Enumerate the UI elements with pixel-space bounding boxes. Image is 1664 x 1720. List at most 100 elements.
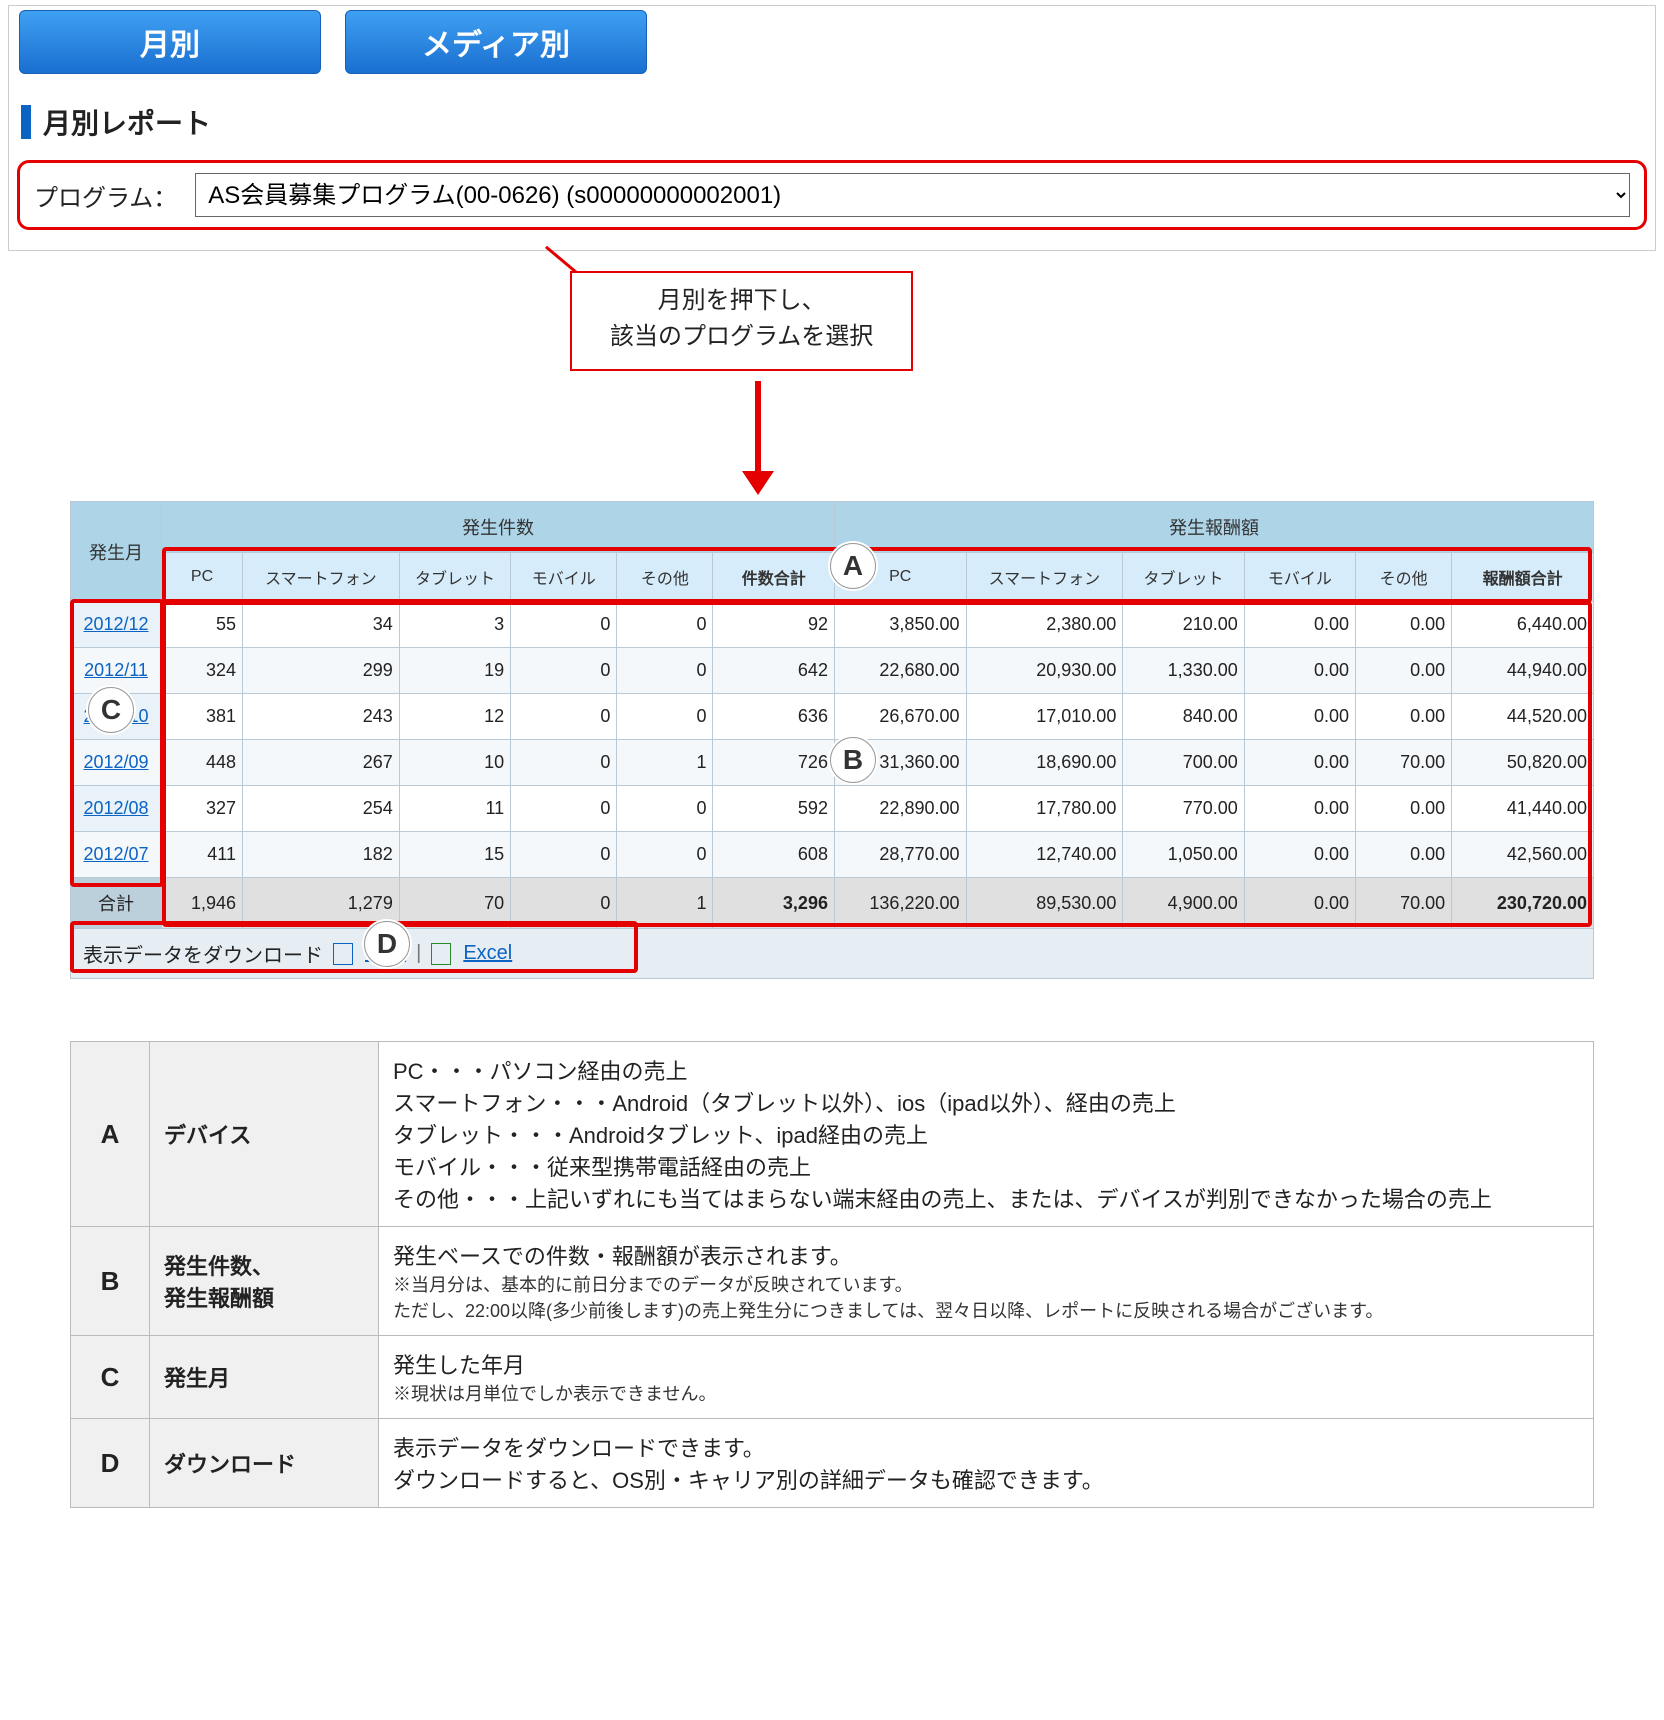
cell-count: 254 (243, 786, 400, 832)
cell-count-sum: 642 (713, 648, 834, 694)
tab-monthly[interactable]: 月別 (19, 10, 321, 74)
cell-count-sum: 592 (713, 786, 834, 832)
cell-reward: 20,930.00 (966, 648, 1123, 694)
cell-reward: 0.00 (1356, 694, 1452, 740)
table-row: 2012/07411182150060828,770.0012,740.001,… (71, 832, 1594, 878)
cell-count: 10 (399, 740, 510, 786)
total-count: 0 (511, 878, 617, 929)
cell-reward: 22,890.00 (834, 786, 966, 832)
cell-count: 0 (511, 648, 617, 694)
section-title: 月別レポート (43, 102, 211, 142)
legend-desc: PC・・・パソコン経由の売上スマートフォン・・・Android（タブレット以外）… (379, 1042, 1594, 1227)
legend-desc: 発生ベースでの件数・報酬額が表示されます。※当月分は、基本的に前日分までのデータ… (379, 1227, 1594, 1336)
cell-reward: 0.00 (1356, 648, 1452, 694)
cell-reward: 0.00 (1244, 832, 1355, 878)
csv-file-icon (333, 943, 353, 965)
marker-C: C (88, 687, 134, 733)
cell-count: 0 (511, 786, 617, 832)
section-bar (21, 105, 31, 139)
program-select[interactable]: AS会員募集プログラム(00-0626) (s00000000002001) (195, 173, 1630, 217)
cell-reward-sum: 42,560.00 (1452, 832, 1594, 878)
cell-reward: 840.00 (1123, 694, 1244, 740)
month-link[interactable]: 2012/07 (71, 832, 162, 878)
callout-area: 月別を押下し、 該当のプログラムを選択 (0, 251, 1664, 501)
cell-count: 0 (511, 740, 617, 786)
marker-D: D (364, 921, 410, 967)
legend-row: B発生件数、発生報酬額発生ベースでの件数・報酬額が表示されます。※当月分は、基本… (71, 1227, 1594, 1336)
top-panel: 月別 メディア別 月別レポート プログラム： AS会員募集プログラム(00-06… (8, 5, 1656, 251)
cell-count: 0 (617, 648, 713, 694)
cell-count: 55 (162, 602, 243, 648)
th-device: モバイル (511, 553, 617, 602)
th-device: スマートフォン (966, 553, 1123, 602)
callout-box: 月別を押下し、 該当のプログラムを選択 (570, 271, 913, 371)
th-device: モバイル (1244, 553, 1355, 602)
callout-line1: 月別を押下し、 (610, 283, 873, 319)
cell-reward: 3,850.00 (834, 602, 966, 648)
cell-count: 0 (617, 786, 713, 832)
legend-name: デバイス (150, 1042, 379, 1227)
legend-row: C発生月発生した年月※現状は月単位でしか表示できません。 (71, 1336, 1594, 1419)
cell-reward: 770.00 (1123, 786, 1244, 832)
cell-reward: 0.00 (1244, 602, 1355, 648)
cell-count: 12 (399, 694, 510, 740)
cell-reward: 12,740.00 (966, 832, 1123, 878)
down-arrow-icon (742, 381, 774, 495)
cell-count: 0 (511, 602, 617, 648)
th-device: PC (162, 553, 243, 602)
cell-count: 3 (399, 602, 510, 648)
table-row: 2012/10381243120063626,670.0017,010.0084… (71, 694, 1594, 740)
cell-reward: 700.00 (1123, 740, 1244, 786)
cell-reward: 0.00 (1244, 694, 1355, 740)
download-excel-link[interactable]: Excel (463, 942, 512, 965)
month-link[interactable]: 2012/09 (71, 740, 162, 786)
cell-reward: 210.00 (1123, 602, 1244, 648)
total-label: 合計 (71, 878, 162, 929)
cell-reward: 26,670.00 (834, 694, 966, 740)
total-reward: 4,900.00 (1123, 878, 1244, 929)
th-device: タブレット (1123, 553, 1244, 602)
legend-row: Dダウンロード表示データをダウンロードできます。ダウンロードすると、OS別・キャ… (71, 1419, 1594, 1508)
cell-reward: 0.00 (1244, 786, 1355, 832)
cell-reward: 0.00 (1244, 740, 1355, 786)
cell-count: 411 (162, 832, 243, 878)
total-count: 70 (399, 878, 510, 929)
cell-count: 243 (243, 694, 400, 740)
marker-B: B (830, 737, 876, 783)
total-count: 1,946 (162, 878, 243, 929)
th-reward-sum: 報酬額合計 (1452, 553, 1594, 602)
program-row: プログラム： AS会員募集プログラム(00-0626) (s0000000000… (17, 160, 1647, 230)
total-reward: 0.00 (1244, 878, 1355, 929)
cell-reward-sum: 6,440.00 (1452, 602, 1594, 648)
th-device: スマートフォン (243, 553, 400, 602)
legend-name: ダウンロード (150, 1419, 379, 1508)
cell-count: 0 (511, 832, 617, 878)
cell-count-sum: 92 (713, 602, 834, 648)
total-reward: 89,530.00 (966, 878, 1123, 929)
cell-count: 34 (243, 602, 400, 648)
cell-reward: 0.00 (1356, 832, 1452, 878)
cell-count: 0 (617, 832, 713, 878)
month-link[interactable]: 2012/12 (71, 602, 162, 648)
cell-count: 182 (243, 832, 400, 878)
table-row: 2012/125534300923,850.002,380.00210.000.… (71, 602, 1594, 648)
total-count: 1,279 (243, 878, 400, 929)
tab-row: 月別 メディア別 (19, 10, 1649, 74)
cell-reward-sum: 44,940.00 (1452, 648, 1594, 694)
cell-count: 19 (399, 648, 510, 694)
download-label: 表示データをダウンロード (83, 939, 323, 968)
month-link[interactable]: 2012/08 (71, 786, 162, 832)
legend-letter: B (71, 1227, 150, 1336)
tab-by-media[interactable]: メディア別 (345, 10, 647, 74)
download-bar: 表示データをダウンロード CSV | Excel (70, 929, 1594, 979)
cell-reward-sum: 50,820.00 (1452, 740, 1594, 786)
cell-reward: 17,780.00 (966, 786, 1123, 832)
th-count-group: 発生件数 (162, 502, 835, 553)
cell-count: 15 (399, 832, 510, 878)
total-count-sum: 3,296 (713, 878, 834, 929)
th-count-sum: 件数合計 (713, 553, 834, 602)
section-heading: 月別レポート (21, 102, 1649, 142)
legend-letter: D (71, 1419, 150, 1508)
cell-reward: 18,690.00 (966, 740, 1123, 786)
cell-count: 267 (243, 740, 400, 786)
